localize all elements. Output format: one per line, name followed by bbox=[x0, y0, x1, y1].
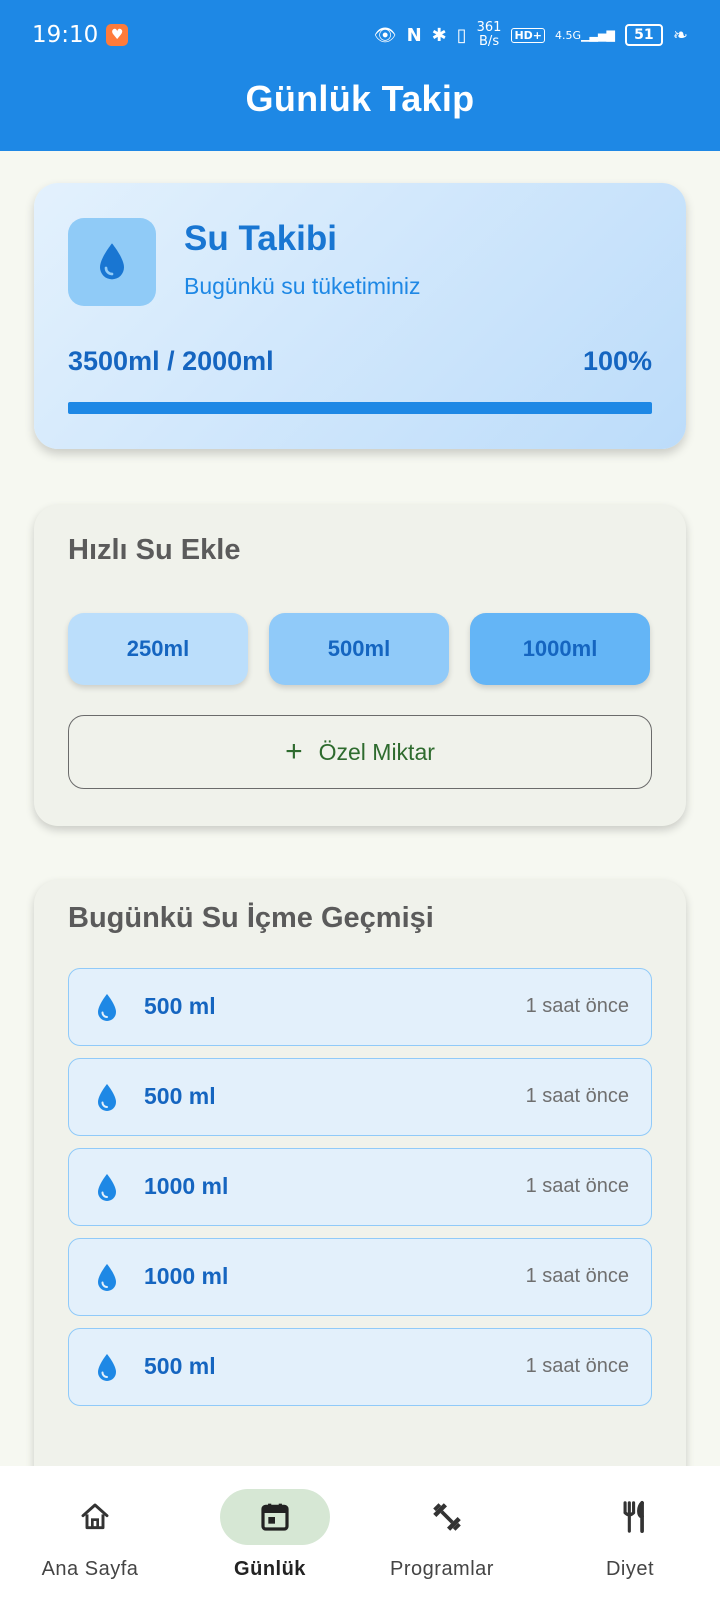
add-1000ml-button[interactable]: 1000ml bbox=[470, 613, 650, 685]
history-item[interactable]: 500 ml 1 saat önce bbox=[68, 968, 652, 1046]
history-item[interactable]: 1000 ml 1 saat önce bbox=[68, 1148, 652, 1226]
water-drop-icon bbox=[98, 994, 116, 1021]
water-drop-icon bbox=[68, 218, 156, 306]
history-title: Bugünkü Su İçme Geçmişi bbox=[68, 902, 434, 934]
nav-label-home: Ana Sayfa bbox=[41, 1558, 139, 1580]
history-time: 1 saat önce bbox=[525, 995, 629, 1017]
nav-pill bbox=[40, 1489, 150, 1545]
signal-icon: 4.5G▁▃▅▇ bbox=[555, 28, 615, 42]
plus-icon: + bbox=[285, 735, 303, 768]
quick-add-title: Hızlı Su Ekle bbox=[68, 534, 241, 566]
leaf-icon: ❧ bbox=[672, 24, 688, 46]
water-percent: 100% bbox=[582, 346, 652, 376]
nav-item-daily[interactable]: Günlük bbox=[180, 1466, 360, 1600]
water-amount: 3500ml / 2000ml bbox=[68, 346, 274, 376]
water-progress-bar bbox=[68, 402, 652, 414]
nav-label-daily: Günlük bbox=[234, 1558, 306, 1580]
add-250ml-button[interactable]: 250ml bbox=[68, 613, 248, 685]
net-speed-unit: B/s bbox=[479, 34, 500, 49]
water-history-card: Bugünkü Su İçme Geçmişi 500 ml 1 saat ön… bbox=[34, 880, 686, 1500]
network-label: 4.5G bbox=[555, 28, 582, 42]
history-item[interactable]: 500 ml 1 saat önce bbox=[68, 1058, 652, 1136]
history-time: 1 saat önce bbox=[525, 1265, 629, 1287]
page-title: Günlük Takip bbox=[245, 78, 475, 119]
add-500ml-button[interactable]: 500ml bbox=[269, 613, 449, 685]
vibrate-icon: ▯ bbox=[456, 24, 467, 46]
history-amount: 1000 ml bbox=[144, 1173, 229, 1199]
history-time: 1 saat önce bbox=[525, 1355, 629, 1377]
history-time: 1 saat önce bbox=[525, 1175, 629, 1197]
nav-item-diet[interactable]: Diyet bbox=[540, 1466, 720, 1600]
nav-pill bbox=[392, 1489, 502, 1545]
nfc-icon: N bbox=[406, 24, 422, 46]
calendar-icon bbox=[261, 1503, 289, 1531]
fork-knife-icon bbox=[623, 1500, 644, 1534]
nav-label-programs: Programlar bbox=[390, 1558, 494, 1580]
water-progress-fill bbox=[68, 402, 652, 414]
history-time: 1 saat önce bbox=[525, 1085, 629, 1107]
history-amount: 500 ml bbox=[144, 1353, 216, 1379]
status-bar: 19:10 ♥ 👁 N ✱ ▯ 361 B/s HD+ 4.5G▁▃▅▇ 51 … bbox=[0, 0, 720, 70]
battery-icon: 51 bbox=[624, 24, 663, 46]
home-icon bbox=[81, 1503, 109, 1530]
nav-pill bbox=[580, 1489, 690, 1545]
net-speed-value: 361 bbox=[476, 20, 502, 35]
history-item[interactable]: 500 ml 1 saat önce bbox=[68, 1328, 652, 1406]
dumbbell-icon bbox=[433, 1503, 461, 1531]
history-amount: 1000 ml bbox=[144, 1263, 229, 1289]
custom-amount-button[interactable]: + Özel Miktar bbox=[68, 715, 652, 789]
water-drop-icon bbox=[98, 1084, 116, 1111]
history-item[interactable]: 1000 ml 1 saat önce bbox=[68, 1238, 652, 1316]
shield-icon: ♥ bbox=[106, 24, 129, 46]
status-time: 19:10 bbox=[32, 22, 99, 48]
hd-badge: HD+ bbox=[511, 27, 546, 43]
eye-icon: 👁 bbox=[373, 24, 397, 46]
water-drop-icon bbox=[98, 1264, 116, 1291]
nav-item-programs[interactable]: Programlar bbox=[352, 1466, 532, 1600]
nav-item-home[interactable]: Ana Sayfa bbox=[0, 1466, 180, 1600]
history-amount: 500 ml bbox=[144, 1083, 216, 1109]
quick-add-card: Hızlı Su Ekle 250ml 500ml 1000ml + Özel … bbox=[34, 505, 686, 826]
nav-pill-active bbox=[220, 1489, 330, 1545]
water-drop-icon bbox=[98, 1174, 116, 1201]
custom-amount-label: Özel Miktar bbox=[318, 738, 435, 765]
nav-label-diet: Diyet bbox=[605, 1558, 655, 1580]
water-card-subtitle: Bugünkü su tüketiminiz bbox=[184, 273, 421, 299]
water-card-title: Su Takibi bbox=[184, 219, 337, 258]
bluetooth-icon: ✱ bbox=[431, 24, 447, 46]
net-speed: 361 B/s bbox=[477, 21, 502, 49]
bottom-navigation: Ana Sayfa Günlük Programlar Diyet bbox=[0, 1466, 720, 1600]
water-tracking-card: Su Takibi Bugünkü su tüketiminiz 3500ml … bbox=[34, 183, 686, 449]
water-drop-icon bbox=[98, 1354, 116, 1381]
history-amount: 500 ml bbox=[144, 993, 216, 1019]
app-bar: 19:10 ♥ 👁 N ✱ ▯ 361 B/s HD+ 4.5G▁▃▅▇ 51 … bbox=[0, 0, 720, 151]
